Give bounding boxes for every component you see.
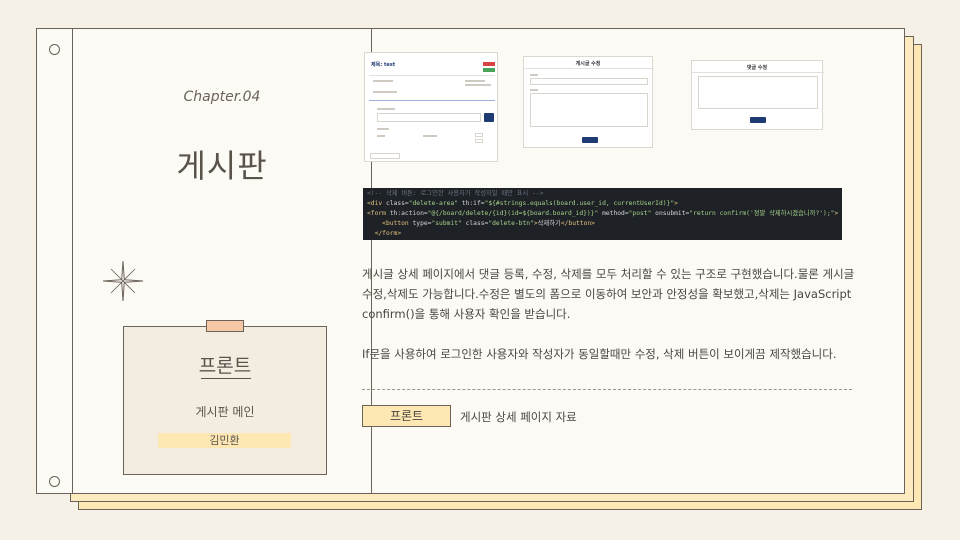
description-paragraph-1: 게시글 상세 페이지에서 댓글 등록, 수정, 삭제를 모두 처리할 수 있는 … — [362, 267, 855, 321]
dashed-divider — [362, 389, 852, 390]
comment-submit-thumb — [484, 113, 494, 122]
screenshot-detail-title: 제목: test — [371, 62, 396, 68]
footer-tag: 프론트 — [362, 405, 451, 427]
update-button-thumb — [750, 117, 766, 123]
save-button-thumb — [582, 137, 598, 143]
section-card: 프론트 게시판 메인 김민환 — [123, 320, 327, 475]
content-textarea-thumb — [530, 93, 648, 127]
screenshot-edit-post: 게시글 수정 — [523, 56, 654, 148]
screenshot-edit-comment-title: 댓글 수정 — [746, 65, 768, 71]
code-snippet: <!-- 삭제 버튼: 로그인한 사용자가 작성자일 때만 표시 --> <div… — [363, 188, 842, 240]
tape-decoration — [206, 320, 244, 332]
card-author: 김민환 — [158, 433, 291, 448]
screenshot-edit-comment: 댓글 수정 — [691, 60, 824, 130]
code-line: <div class="delete-area" th:if="${#strin… — [367, 200, 678, 207]
delete-button-thumb — [483, 62, 495, 66]
chapter-label: Chapter.04 — [183, 89, 261, 105]
code-line: <form th:action="@{/board/delete/{id}(id… — [367, 210, 839, 217]
binder-strip — [37, 29, 73, 493]
binder-hole-top — [49, 44, 60, 55]
title-input-thumb — [530, 78, 648, 85]
code-line: </form> — [367, 230, 402, 237]
card-title-underline — [201, 378, 251, 379]
screenshot-edit-post-title: 게시글 수정 — [575, 61, 601, 67]
comment-textarea-thumb — [698, 76, 818, 109]
comment-input-thumb — [377, 113, 481, 122]
card-subtitle: 게시판 메인 — [195, 405, 255, 419]
edit-button-thumb — [483, 68, 495, 72]
footer-label: 게시판 상세 페이지 자료 — [460, 410, 577, 424]
sparkle-icon — [102, 260, 144, 302]
description: 게시글 상세 페이지에서 댓글 등록, 수정, 삭제를 모두 처리할 수 있는 … — [362, 264, 862, 384]
section-title: 게시판 — [176, 147, 268, 185]
thumb-divider — [369, 75, 495, 76]
code-line: <button type="submit" class="delete-btn"… — [367, 220, 595, 227]
card-title: 프론트 — [198, 355, 252, 377]
screenshot-post-detail: 제목: test — [364, 52, 498, 162]
description-paragraph-2: If문을 사용하여 로그인한 사용자와 작성자가 동일할때만 수정, 삭제 버튼… — [362, 347, 837, 361]
code-line: <!-- 삭제 버튼: 로그인한 사용자가 작성자일 때만 표시 --> — [367, 190, 544, 197]
back-button-thumb — [370, 153, 400, 159]
binder-hole-bottom — [49, 476, 60, 487]
